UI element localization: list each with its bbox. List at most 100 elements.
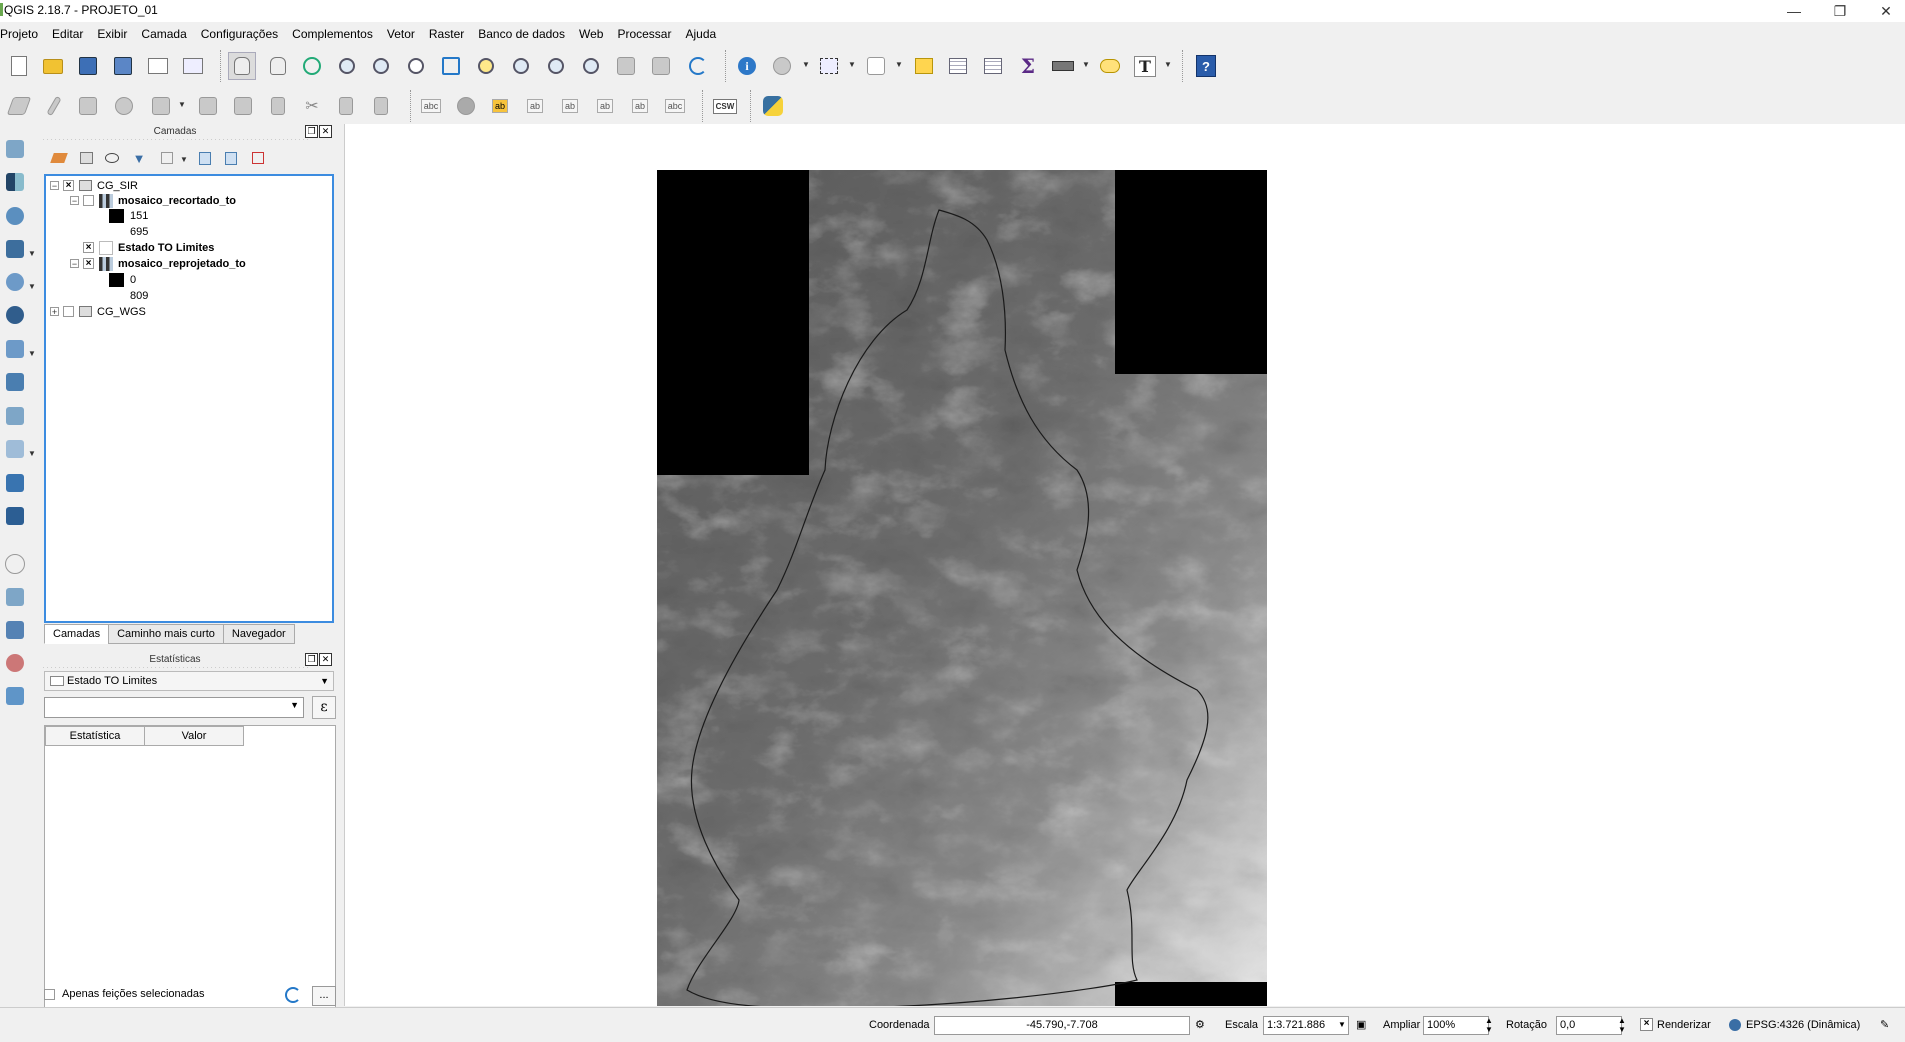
toggle-coordinates-icon[interactable]: ⚙ <box>1195 1016 1211 1032</box>
add-oracle-layer-button[interactable] <box>3 471 27 495</box>
add-virtual-layer-button[interactable] <box>3 404 27 428</box>
vertex-tool-button[interactable] <box>147 92 175 120</box>
metasearch-csw-button[interactable]: CSW <box>711 92 739 120</box>
visibility-checkbox[interactable]: × <box>83 258 94 269</box>
toolbar-grip[interactable] <box>410 90 414 122</box>
toolbar-grip[interactable] <box>220 50 224 82</box>
road-graph-button[interactable] <box>3 684 27 708</box>
copy-features-button[interactable] <box>332 92 360 120</box>
close-panel-button[interactable]: ✕ <box>319 653 332 666</box>
add-spatialite-layer-button[interactable] <box>3 204 27 228</box>
run-action-button[interactable] <box>768 52 796 80</box>
save-layer-edits-button[interactable] <box>74 92 102 120</box>
collapse-icon[interactable]: − <box>70 196 79 206</box>
pin-labels-button[interactable]: ab <box>521 92 549 120</box>
filter-legend-button[interactable]: ▼ <box>130 149 148 167</box>
layer-labeling-button[interactable]: ab <box>486 92 514 120</box>
more-options-button[interactable]: ... <box>312 986 336 1006</box>
zoom-next-button[interactable] <box>577 52 605 80</box>
touch-zoom-pan-button[interactable] <box>228 52 256 80</box>
pan-map-button[interactable] <box>264 52 292 80</box>
toolbar-grip[interactable] <box>1182 50 1186 82</box>
help-button[interactable]: ? <box>1192 52 1220 80</box>
minimize-button[interactable]: — <box>1771 0 1817 22</box>
menu-raster[interactable]: Raster <box>422 27 471 41</box>
new-shapefile-button[interactable] <box>3 437 27 461</box>
chevron-down-icon[interactable]: ▼ <box>178 100 186 109</box>
scale-input[interactable]: 1:3.721.886 <box>1263 1016 1349 1035</box>
toggle-editing-button[interactable] <box>40 92 68 120</box>
lock-scale-icon[interactable]: ▣ <box>1356 1016 1366 1034</box>
chevron-down-icon[interactable]: ▼ <box>28 249 36 258</box>
paste-features-button[interactable] <box>367 92 395 120</box>
tree-row-group-cg-sir[interactable]: − × CG_SIR <box>50 178 138 193</box>
toolbar-grip[interactable] <box>750 90 754 122</box>
save-project-button[interactable] <box>74 52 102 80</box>
zoom-out-button[interactable] <box>367 52 395 80</box>
expand-icon[interactable]: + <box>50 307 59 317</box>
zoom-stepper-icon[interactable]: ▲ ▼ <box>1485 1016 1493 1034</box>
only-selected-checkbox[interactable] <box>44 988 55 1000</box>
add-vector-layer-button[interactable] <box>3 137 27 161</box>
refresh-button[interactable] <box>684 52 712 80</box>
menu-vetor[interactable]: Vetor <box>380 27 422 41</box>
chevron-down-icon[interactable]: ▼ <box>1338 1016 1346 1034</box>
select-features-button[interactable] <box>815 52 843 80</box>
tab-navegador[interactable]: Navegador <box>222 624 295 644</box>
messages-icon[interactable]: ✎ <box>1880 1016 1889 1034</box>
chevron-down-icon[interactable]: ▼ <box>1164 60 1172 69</box>
menu-editar[interactable]: Editar <box>45 27 90 41</box>
chevron-down-icon[interactable]: ▼ <box>802 60 810 69</box>
add-delimited-text-button[interactable] <box>3 370 27 394</box>
only-selected-option[interactable]: Apenas feições selecionadas <box>44 988 204 1000</box>
menu-projeto[interactable]: Projeto <box>0 27 45 41</box>
remove-layer-button[interactable] <box>249 149 267 167</box>
tab-camadas[interactable]: Camadas <box>44 624 110 644</box>
change-label-button[interactable]: abc <box>661 92 689 120</box>
chevron-down-icon[interactable]: ▼ <box>895 60 903 69</box>
current-edits-button[interactable] <box>5 92 33 120</box>
attribute-table-button[interactable] <box>944 52 972 80</box>
coordinate-field[interactable]: -45.790,-7.708 <box>934 1016 1190 1035</box>
python-console-button[interactable] <box>759 92 787 120</box>
rotation-input[interactable]: 0,0 <box>1556 1016 1622 1035</box>
visibility-checkbox[interactable]: × <box>63 180 74 191</box>
tab-caminho-mais-curto[interactable]: Caminho mais curto <box>108 624 224 644</box>
column-header-estatistica[interactable]: Estatística <box>45 726 145 746</box>
visibility-checkbox[interactable]: × <box>83 242 94 253</box>
menu-web[interactable]: Web <box>572 27 610 41</box>
collapse-all-button[interactable] <box>222 149 240 167</box>
show-bookmarks-button[interactable] <box>647 52 675 80</box>
close-button[interactable]: ✕ <box>1863 0 1905 22</box>
statistics-table[interactable]: Estatística Valor <box>44 725 336 1013</box>
restore-button[interactable]: ❐ <box>1817 0 1863 22</box>
render-checkbox[interactable]: × <box>1640 1018 1653 1031</box>
globe-icon[interactable] <box>1729 1019 1741 1031</box>
zoom-last-button[interactable] <box>542 52 570 80</box>
open-project-button[interactable] <box>39 52 67 80</box>
toolbar-grip[interactable] <box>702 90 706 122</box>
float-panel-button[interactable]: ❐ <box>305 653 318 666</box>
zoom-native-button[interactable] <box>402 52 430 80</box>
deselect-features-button[interactable] <box>910 52 938 80</box>
tree-row-layer-estado-to[interactable]: × Estado TO Limites <box>83 240 214 255</box>
composer-manager-button[interactable] <box>179 52 207 80</box>
chevron-down-icon[interactable]: ▼ <box>1082 60 1090 69</box>
zoom-to-selection-button[interactable] <box>472 52 500 80</box>
zoom-to-layer-button[interactable] <box>507 52 535 80</box>
select-by-expression-button[interactable] <box>862 52 890 80</box>
add-mssql-layer-button[interactable] <box>3 504 27 528</box>
expand-all-button[interactable] <box>196 149 214 167</box>
zoom-full-button[interactable] <box>437 52 465 80</box>
close-panel-button[interactable]: ✕ <box>319 125 332 138</box>
stats-field-select[interactable]: ▼ <box>44 697 304 718</box>
visibility-checkbox[interactable] <box>83 195 94 206</box>
layer-diagram-button[interactable] <box>452 92 480 120</box>
chevron-down-icon[interactable]: ▼ <box>28 282 36 291</box>
gps-tools-button[interactable] <box>3 618 27 642</box>
zoom-in-button[interactable] <box>333 52 361 80</box>
tree-row-layer-mosaico-recortado[interactable]: − mosaico_recortado_to <box>70 193 236 208</box>
pan-to-selection-button[interactable] <box>298 52 326 80</box>
identify-features-button[interactable]: i <box>733 52 761 80</box>
measure-button[interactable] <box>1049 52 1077 80</box>
